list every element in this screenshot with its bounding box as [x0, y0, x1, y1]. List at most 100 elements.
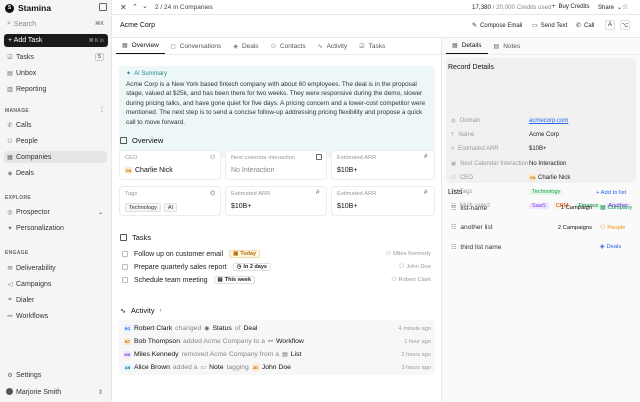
- user-menu[interactable]: Marjorie Smith ⇕: [4, 386, 107, 398]
- arr3-card[interactable]: Estimated ARR # $10B+: [331, 186, 435, 216]
- tab-label: Activity: [326, 42, 348, 50]
- sidebar-item-campaigns[interactable]: ◁ Campaigns: [4, 278, 107, 290]
- next-interaction-card[interactable]: Next calendar interaction No Interaction: [225, 150, 327, 180]
- tab-contacts[interactable]: ⚇ Contacts: [265, 38, 312, 54]
- arr-card[interactable]: Estimated ARR # $10B+: [331, 150, 435, 180]
- activity-prep: of: [234, 325, 241, 332]
- activity-row[interactable]: RC Robert Clark changed ◉ Status of Deal 4 minu…: [124, 323, 431, 334]
- record-row[interactable]: T Name Acme Corp: [451, 129, 636, 141]
- add-to-list-button[interactable]: + Add to list: [596, 190, 626, 196]
- activity-section[interactable]: ∿ Activity ›: [120, 306, 162, 315]
- task-checkbox[interactable]: [122, 277, 128, 283]
- sidebar-item-label: Reporting: [16, 85, 47, 93]
- tab-conversations[interactable]: ◻ Conversations: [165, 38, 228, 54]
- tab-tasks[interactable]: ☑ Tasks: [353, 38, 391, 54]
- sidebar-item-unbox[interactable]: ▤ Unbox: [4, 67, 107, 79]
- manage-more-icon[interactable]: ⋮: [99, 106, 105, 113]
- actor-name: Alice Brown: [134, 364, 170, 371]
- task-checkbox[interactable]: [122, 251, 128, 257]
- record-row[interactable]: ◍ Domain acmecorp.com: [451, 115, 636, 127]
- task-row[interactable]: Follow up on customer email ▣ Today ⚇ Miles …: [122, 248, 431, 260]
- sidebar-item-calls[interactable]: ✆ Calls: [4, 119, 107, 131]
- section-manage: MANAGE: [5, 108, 30, 114]
- sidebar-item-deals[interactable]: ◈ Deals: [4, 167, 107, 179]
- task-checkbox[interactable]: [122, 264, 128, 270]
- chevron-up-icon[interactable]: ⌃: [132, 3, 138, 11]
- chevron-down-icon: ⌄: [97, 209, 103, 216]
- tag-chip: Technology: [529, 189, 564, 195]
- sidebar-item-count: 5: [94, 53, 104, 61]
- add-task-button[interactable]: + Add Task ⌘ K ⊙: [4, 34, 108, 47]
- overview-section[interactable]: Overview: [120, 136, 163, 145]
- record-row[interactable]: ▣ Next Calendar Interaction No Interaction: [451, 158, 636, 170]
- person-icon: ⚇: [398, 264, 405, 270]
- star-icon[interactable]: ☆: [622, 3, 628, 11]
- target-icon: ◎: [7, 209, 13, 216]
- sidebar-toggle-icon[interactable]: [99, 3, 107, 11]
- send-text-button[interactable]: ▭ Send Text: [532, 22, 567, 30]
- sidebar-item-tasks[interactable]: ☑ Tasks 5: [4, 51, 107, 63]
- tab-overview[interactable]: ▦ Overview: [116, 38, 165, 54]
- tab-notes[interactable]: ▤ Notes: [488, 38, 527, 54]
- sidebar-item-prospector[interactable]: ◎ Prospector ⌄: [4, 206, 107, 218]
- actor-name: Bob Thompson: [134, 338, 180, 345]
- sidebar-item-dialer[interactable]: ⌗ Dialer: [4, 294, 107, 306]
- activity-target: Deal: [243, 325, 258, 332]
- sidebar-item-deliverability[interactable]: ✉ Deliverability: [4, 262, 107, 274]
- translate-icon[interactable]: A: [605, 20, 615, 30]
- section-engage: ENGAGE: [5, 250, 29, 256]
- inbox-icon: ▤: [7, 70, 13, 77]
- task-row[interactable]: Prepare quarterly sales report ◷ In 2 days…: [122, 261, 431, 273]
- record-value: Technology: [529, 189, 564, 195]
- sidebar-item-people[interactable]: ⚇ People: [4, 135, 107, 147]
- activity-row[interactable]: MK Miles Kennedy removed Acme Company from…: [124, 349, 431, 360]
- more-options-icon[interactable]: ⌥: [620, 20, 630, 30]
- task-row[interactable]: Schedule team meeting ▤ This week ⚇ Robert C…: [122, 274, 431, 286]
- app-brand[interactable]: S Stamina: [5, 3, 51, 13]
- activity-object-icon: ◉: [204, 326, 210, 332]
- sidebar-item-companies[interactable]: ▦ Companies: [4, 151, 107, 163]
- settings-link[interactable]: ⚙ Settings: [4, 369, 107, 381]
- tab-details[interactable]: ▦ Details: [446, 38, 488, 54]
- tag-chip: AI: [163, 203, 178, 212]
- record-row[interactable]: ⚇ CEO CN Charlie Nick: [451, 172, 636, 184]
- sidebar-item-reporting[interactable]: ▥ Reporting: [4, 83, 107, 95]
- deals-icon: ◈: [233, 43, 238, 50]
- main-tabs: ▦ Overview ◻ Conversations ◈ Deals ⚇ Contacts ∿ A…: [116, 38, 391, 54]
- list-row[interactable]: ☷ third list name ◈ Deals: [451, 240, 634, 254]
- record-pager: 2 / 24 in Companies: [155, 4, 213, 11]
- gear-icon: ⚙: [7, 372, 13, 379]
- arr2-card[interactable]: Estimated ARR # $10B+: [225, 186, 327, 216]
- search-input[interactable]: ⌕ Search ⌘K: [4, 18, 108, 30]
- share-button[interactable]: Share ⌄: [598, 4, 622, 12]
- tab-deals[interactable]: ◈ Deals: [227, 38, 264, 54]
- activity-row[interactable]: AB Alice Brown added a ▭ Note tagging JD John D…: [124, 362, 431, 373]
- credits-used: 17,380 / 20,000 Credits used: [472, 4, 551, 11]
- close-icon[interactable]: ✕: [120, 3, 127, 12]
- tasks-icon: ☑: [359, 43, 365, 50]
- activity-row[interactable]: BT Bob Thompson added Acme Company to a ⚯ Wo…: [124, 336, 431, 347]
- tasks-section[interactable]: Tasks: [120, 233, 151, 242]
- compose-email-button[interactable]: ✎ Compose Email: [472, 22, 522, 30]
- activity-object: Note: [209, 364, 224, 371]
- credits-count: 17,380: [472, 4, 491, 11]
- tags-card[interactable]: Tags ⌬ Technology AI: [119, 186, 221, 216]
- task-due-label: This week: [224, 277, 252, 283]
- ai-summary-card: ✦ AI Summary Acme Corp is a New York bas…: [119, 66, 435, 158]
- ceo-card[interactable]: CEO ⚇ CN Charlie Nick: [119, 150, 221, 180]
- sidebar-item-personalization[interactable]: ✦ Personalization: [4, 222, 107, 234]
- sidebar-item-workflows[interactable]: ⚯ Workflows: [4, 310, 107, 322]
- call-button[interactable]: ✆ Call: [576, 22, 594, 30]
- task-due-label: Today: [240, 251, 257, 257]
- record-row[interactable]: # Estimated ARR $10B+: [451, 143, 636, 155]
- list-row[interactable]: ☷ another list 2 Campaigns ⚇ People: [451, 221, 634, 235]
- contacts-icon: ⚇: [270, 43, 276, 50]
- tag-chip: Technology: [125, 203, 161, 212]
- chevron-down-icon[interactable]: ⌄: [142, 2, 148, 10]
- arr3-value: $10B+: [337, 203, 358, 210]
- tab-activity[interactable]: ∿ Activity: [312, 38, 354, 54]
- buy-credits-button[interactable]: + Buy Credits: [552, 4, 590, 10]
- activity-title: Activity: [130, 306, 155, 315]
- list-row[interactable]: ☷ list-name 1 Campaign ▦ Company: [451, 201, 634, 215]
- ai-summary-text: Acme Corp is a New York based fintech co…: [126, 81, 426, 126]
